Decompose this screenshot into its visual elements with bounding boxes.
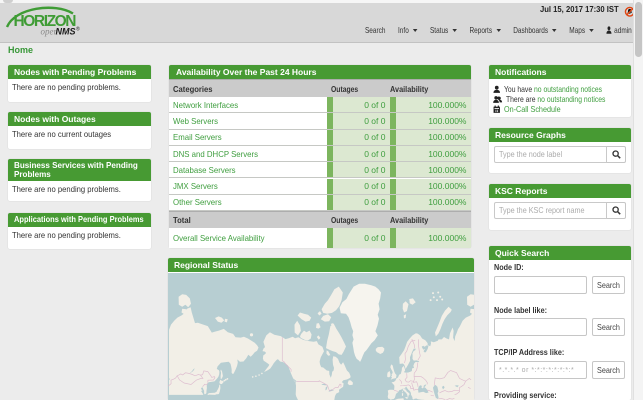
svg-text:NMS: NMS: [56, 27, 76, 37]
svg-text:®: ®: [76, 26, 80, 33]
